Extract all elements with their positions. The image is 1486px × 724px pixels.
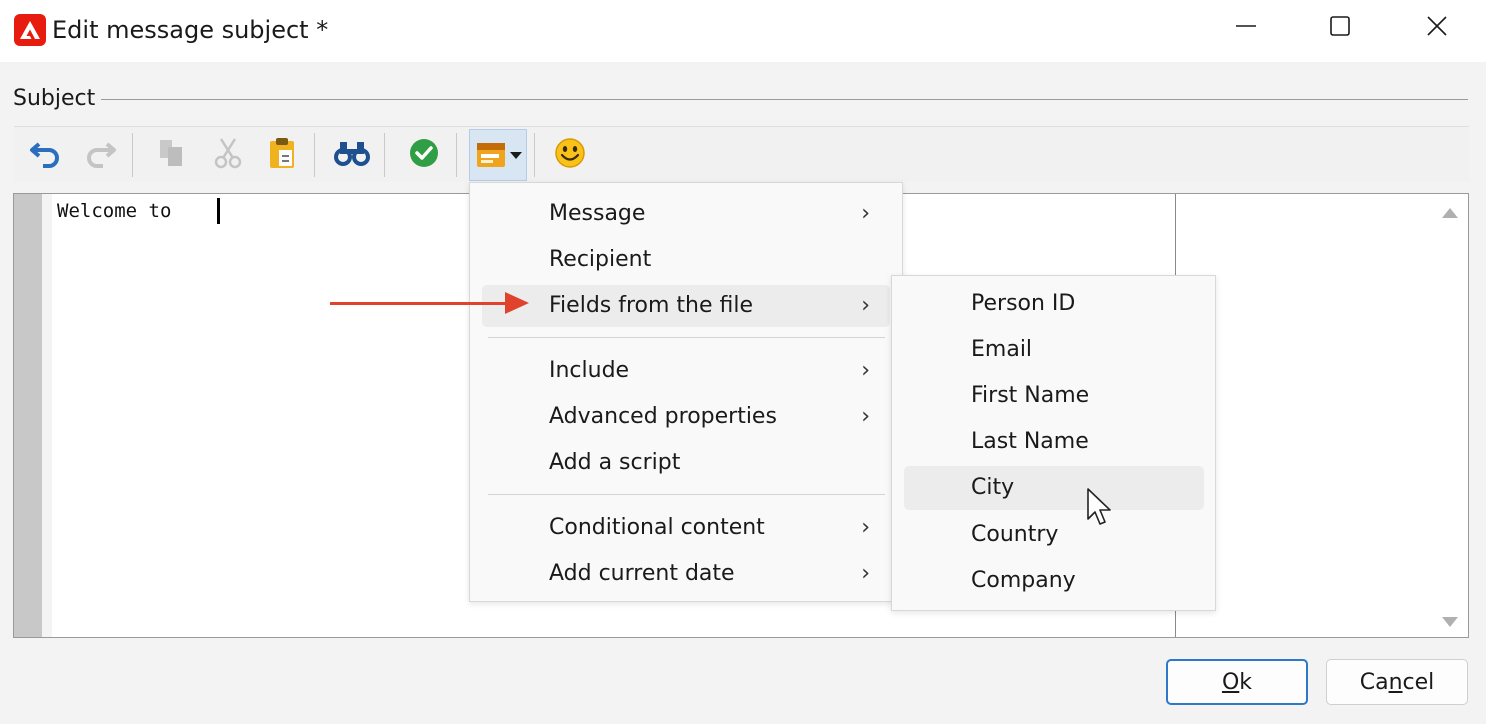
submenu-item-label: Email [971,337,1033,362]
editor-text[interactable]: Welcome to [57,200,183,222]
redo-button[interactable] [82,137,118,173]
menu-item-label: Message [549,201,646,226]
validate-button[interactable] [406,137,442,173]
menu-separator [488,494,885,495]
maximize-button[interactable] [1316,6,1364,50]
insert-field-icon [475,140,507,174]
paste-button[interactable] [264,137,300,173]
editor-toolbar [14,126,1469,182]
title-bar: Edit message subject * [0,0,1486,62]
menu-item-add-current-date[interactable]: Add current date › [482,553,890,595]
cancel-button[interactable]: Ca n cel [1326,659,1468,705]
menu-item-label: Conditional content [549,515,765,540]
submenu-item-first-name[interactable]: First Name [904,374,1204,418]
menu-item-label: Advanced properties [549,404,777,429]
close-icon [1426,15,1448,41]
ok-label: k [1239,669,1253,695]
toolbar-separator [456,133,457,177]
legend-divider [95,99,1468,100]
smiley-icon [554,137,586,173]
menu-item-recipient[interactable]: Recipient [482,239,890,281]
menu-item-include[interactable]: Include › [482,350,890,392]
submenu-item-email[interactable]: Email [904,328,1204,372]
menu-item-conditional-content[interactable]: Conditional content › [482,507,890,549]
minimize-icon [1235,15,1257,41]
toolbar-separator [384,133,385,177]
submenu-item-label: Last Name [971,429,1089,454]
annotation-arrow-line [330,302,510,305]
gutter-margin [42,194,52,637]
chevron-right-icon: › [861,293,870,318]
submenu-item-last-name[interactable]: Last Name [904,420,1204,464]
submenu-item-city[interactable]: City [904,466,1204,510]
chevron-right-icon: › [861,561,870,586]
menu-item-label: Add a script [549,450,681,475]
chevron-down-icon[interactable] [510,152,522,159]
cut-icon [212,137,244,173]
submenu-item-label: First Name [971,383,1090,408]
menu-item-label: Add current date [549,561,735,586]
chevron-right-icon: › [861,201,870,226]
chevron-right-icon: › [861,358,870,383]
menu-item-label: Include [549,358,630,383]
fields-submenu: Person ID Email First Name Last Name Cit… [891,275,1216,611]
redo-icon [83,138,117,172]
submenu-item-label: Company [971,568,1076,593]
submenu-item-country[interactable]: Country [904,513,1204,557]
check-circle-icon [409,138,439,172]
paste-icon [267,136,297,174]
copy-icon [157,137,187,173]
submenu-item-label: Person ID [971,291,1076,316]
emoji-button[interactable] [552,137,588,173]
menu-separator [488,337,885,338]
cancel-mnemonic: n [1388,669,1403,695]
binoculars-icon [334,139,370,171]
window-title: Edit message subject * [52,16,329,44]
toolbar-separator [132,133,133,177]
copy-button[interactable] [154,137,190,173]
undo-icon [29,138,63,172]
ok-mnemonic: O [1221,669,1240,695]
submenu-item-label: Country [971,522,1059,547]
submenu-item-company[interactable]: Company [904,559,1204,603]
scroll-up-arrow[interactable] [1442,208,1458,218]
menu-item-label: Fields from the file [549,293,754,318]
text-caret [217,198,220,224]
menu-item-advanced-properties[interactable]: Advanced properties › [482,396,890,438]
cut-button[interactable] [210,137,246,173]
insert-menu: Message › Recipient Fields from the file ›… [469,182,903,602]
menu-item-add-script[interactable]: Add a script [482,442,890,484]
menu-item-message[interactable]: Message › [482,193,890,235]
annotation-arrow-head [505,292,529,314]
close-button[interactable] [1413,6,1461,50]
submenu-item-person-id[interactable]: Person ID [904,282,1204,326]
menu-item-fields-from-file[interactable]: Fields from the file › [482,285,890,327]
chevron-right-icon: › [861,515,870,540]
undo-button[interactable] [28,137,64,173]
find-button[interactable] [334,137,370,173]
mouse-pointer-icon [1086,487,1116,533]
menu-item-label: Recipient [549,247,652,272]
toolbar-separator [314,133,315,177]
subject-legend: Subject [13,86,102,111]
ok-button[interactable]: Ok [1166,659,1308,705]
scroll-down-arrow[interactable] [1442,617,1458,627]
editor-gutter [14,194,42,637]
maximize-icon [1329,15,1351,41]
submenu-item-label: City [971,475,1015,500]
cancel-label-start: Ca [1359,669,1389,695]
chevron-right-icon: › [861,404,870,429]
insert-field-button[interactable] [469,129,527,181]
cancel-label-end: cel [1402,669,1435,695]
minimize-button[interactable] [1222,6,1270,50]
adobe-campaign-app-icon [14,14,46,46]
toolbar-separator [534,133,535,177]
